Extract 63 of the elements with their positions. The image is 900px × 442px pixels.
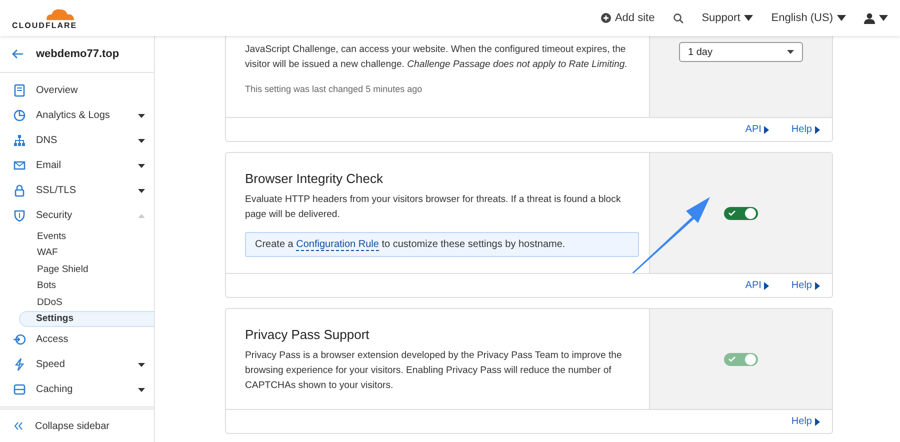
- check-icon: [728, 210, 736, 216]
- sidebar-subitem[interactable]: Settings: [19, 310, 154, 327]
- sidebar-item[interactable]: Overview: [0, 78, 154, 103]
- footer-link[interactable]: API: [745, 280, 770, 291]
- caret-icon: [764, 282, 770, 290]
- sidebar-item[interactable]: Email: [0, 153, 154, 178]
- caret-icon: [787, 50, 794, 54]
- sidebar-item[interactable]: Security: [0, 203, 154, 228]
- duration-select[interactable]: 1 day: [679, 42, 803, 62]
- account-menu[interactable]: [864, 12, 888, 24]
- search-button[interactable]: [672, 12, 684, 24]
- logo-text: CLOUDFLARE: [12, 21, 78, 30]
- footer-link[interactable]: API: [745, 124, 770, 135]
- plus-icon: [600, 13, 611, 23]
- logo[interactable]: CLOUDFLARE: [12, 6, 78, 30]
- sidebar-subitem[interactable]: Page Shield: [0, 261, 154, 278]
- setting-title: Browser Integrity Check: [245, 171, 384, 186]
- last-changed-note: This setting was last changed 5 minutes ago: [245, 84, 424, 94]
- sidebar-item[interactable]: SSL/TLS: [0, 178, 154, 203]
- sidebar-item[interactable]: Access: [0, 327, 154, 352]
- clipboard-icon: [13, 84, 26, 97]
- sidebar-item[interactable]: DNS: [0, 128, 154, 153]
- caret-icon: [815, 126, 820, 134]
- configuration-rule-link[interactable]: Configuration Rule: [296, 239, 379, 251]
- language-menu[interactable]: English (US): [771, 12, 846, 24]
- caret-icon: [879, 15, 888, 21]
- caret-icon: [815, 282, 820, 290]
- network-icon: [13, 134, 26, 147]
- setting-description: Evaluate HTTP headers from your visitors browser for threats. If a threat is found a block page will be delivered.: [245, 193, 622, 222]
- search-icon: [672, 12, 684, 24]
- tray-icon: [13, 383, 26, 396]
- support-menu[interactable]: Support: [702, 12, 754, 24]
- setting-description: Privacy Pass is a browser extension developed by the Privacy Pass Team to improve the browsing experience for your visitors. Enabling Privacy Pass will reduce the number of CAPTCHAs shown to your visitors.: [245, 349, 623, 393]
- sidebar-item[interactable]: Analytics & Logs: [0, 103, 154, 128]
- double-chevron-icon: [14, 422, 23, 430]
- setting-description: JavaScript Challenge, can access your website. When the configured timeout expires, the visitor will be issued a new challenge. Challenge Passage does not apply to Rate Limiting.: [245, 43, 628, 72]
- lightning-icon: [13, 358, 26, 371]
- info-banner: Create a Configuration Rule to customize these settings by hostname.: [245, 232, 639, 257]
- add-site-button[interactable]: Add site: [600, 12, 655, 24]
- user-icon: [864, 12, 875, 24]
- caret-icon: [764, 126, 770, 134]
- sidebar-subitem[interactable]: Events: [0, 228, 154, 244]
- sidebar-item[interactable]: Caching: [0, 377, 154, 402]
- collapse-sidebar-button[interactable]: Collapse sidebar: [0, 406, 154, 442]
- toggle-switch[interactable]: [724, 206, 758, 220]
- login-icon: [13, 333, 26, 346]
- shield-icon: [13, 209, 26, 222]
- domain-name: webdemo77.top: [36, 48, 120, 60]
- envelope-icon: [13, 159, 26, 172]
- pie-chart-icon: [13, 109, 26, 122]
- caret-icon: [837, 15, 846, 21]
- sidebar-item[interactable]: Speed: [0, 352, 154, 377]
- sidebar-subitem[interactable]: Bots: [0, 278, 154, 294]
- footer-link[interactable]: Help: [791, 124, 820, 135]
- sidebar-subitem[interactable]: DDoS: [0, 294, 154, 310]
- caret-icon: [744, 15, 754, 21]
- back-arrow-icon[interactable]: [12, 49, 24, 59]
- footer-link[interactable]: Help: [791, 280, 820, 291]
- lock-icon: [13, 184, 26, 197]
- check-icon: [728, 356, 736, 362]
- setting-title: Privacy Pass Support: [245, 327, 370, 342]
- sidebar-subitem[interactable]: WAF: [0, 244, 154, 261]
- caret-icon: [815, 418, 820, 426]
